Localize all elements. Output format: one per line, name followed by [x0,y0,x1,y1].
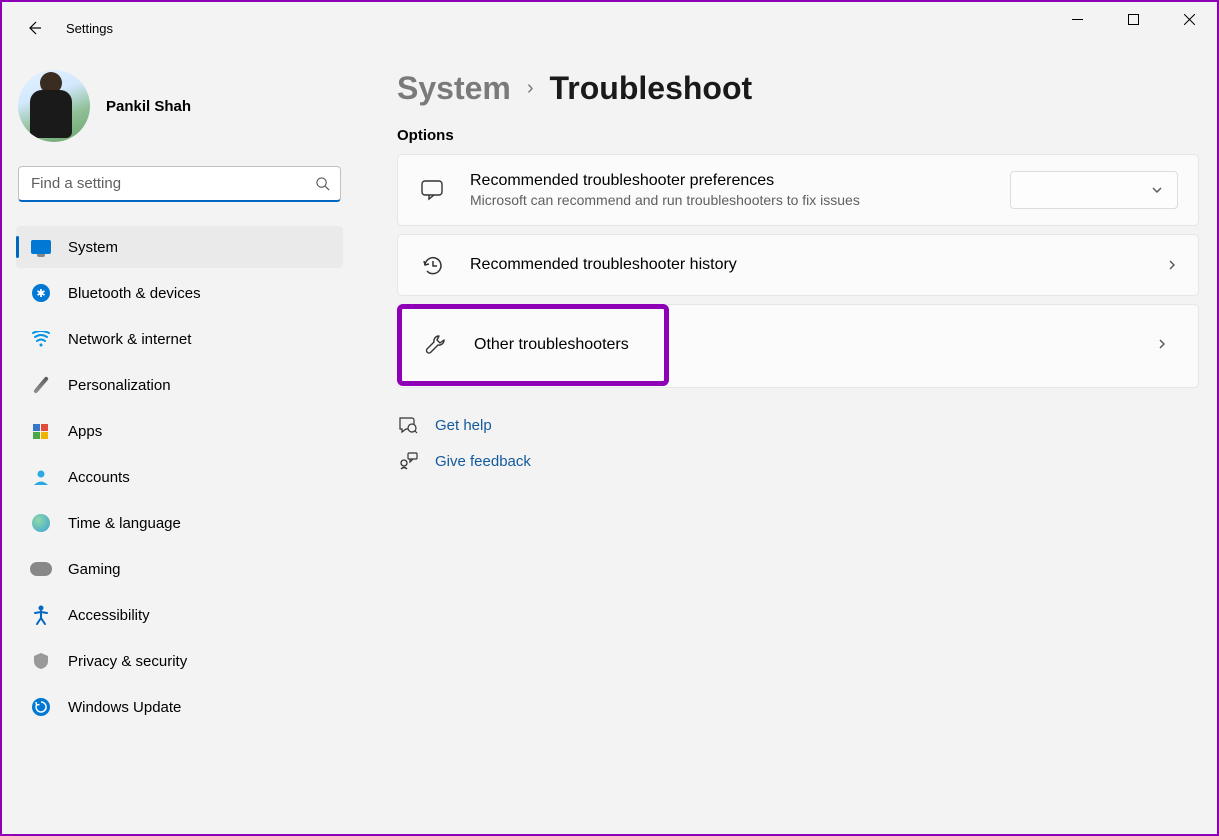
wrench-icon [422,331,450,359]
nav-item-privacy[interactable]: Privacy & security [16,640,343,682]
nav-label: Accessibility [68,607,150,624]
nav-label: Network & internet [68,331,191,348]
nav-label: System [68,239,118,256]
update-icon [30,696,52,718]
profile-block[interactable]: Pankil Shah [14,64,345,160]
nav-label: Bluetooth & devices [68,285,201,302]
apps-icon [30,420,52,442]
close-icon [1184,14,1195,25]
search-icon [304,167,340,200]
nav-label: Windows Update [68,699,181,716]
search-input[interactable] [19,167,304,200]
nav-item-accounts[interactable]: Accounts [16,456,343,498]
system-icon [30,236,52,258]
nav-label: Privacy & security [68,653,187,670]
minimize-icon [1072,14,1083,25]
footer-links: Get help Give feedback [397,414,1199,472]
give-feedback-link[interactable]: Give feedback [397,450,1199,472]
search-box[interactable] [18,166,341,202]
chevron-down-icon [1151,184,1163,196]
maximize-icon [1128,14,1139,25]
personalization-icon [30,374,52,396]
nav-label: Personalization [68,377,171,394]
maximize-button[interactable] [1105,2,1161,36]
nav-label: Time & language [68,515,181,532]
network-icon [30,328,52,350]
chevron-right-icon [1166,259,1178,271]
privacy-icon [30,650,52,672]
breadcrumb-current: Troubleshoot [550,70,753,107]
card-preferences[interactable]: Recommended troubleshooter preferences M… [397,154,1199,226]
highlight-other-troubleshooters: Other troubleshooters [397,304,669,386]
card-subtitle: Microsoft can recommend and run troubles… [470,192,998,208]
window-title: Settings [66,21,113,36]
card-title: Other troubleshooters [474,336,644,354]
nav-item-system[interactable]: System [16,226,343,268]
nav-label: Gaming [68,561,121,578]
nav-item-accessibility[interactable]: Accessibility [16,594,343,636]
back-button[interactable] [20,14,48,42]
arrow-left-icon [26,20,42,36]
profile-name: Pankil Shah [106,98,191,115]
card-title: Recommended troubleshooter preferences [470,172,998,190]
history-icon [418,251,446,279]
nav-item-gaming[interactable]: Gaming [16,548,343,590]
breadcrumb-parent[interactable]: System [397,70,511,107]
avatar [18,70,90,142]
minimize-button[interactable] [1049,2,1105,36]
link-text: Get help [435,417,492,434]
window-controls [1049,2,1217,36]
time-icon [30,512,52,534]
close-button[interactable] [1161,2,1217,36]
sidebar: Pankil Shah System ✱ Bluetooth & devices [2,54,357,834]
chevron-right-icon: › [527,77,534,100]
chevron-right-icon [1156,337,1168,355]
breadcrumb: System › Troubleshoot [397,70,1199,107]
nav-item-update[interactable]: Windows Update [16,686,343,728]
main-content: System › Troubleshoot Options Recommende… [357,54,1217,834]
preferences-dropdown[interactable] [1010,171,1178,209]
nav-item-network[interactable]: Network & internet [16,318,343,360]
gaming-icon [30,558,52,580]
nav-label: Accounts [68,469,130,486]
get-help-link[interactable]: Get help [397,414,1199,436]
help-icon [397,414,419,436]
accessibility-icon [30,604,52,626]
nav-label: Apps [68,423,102,440]
nav-item-time[interactable]: Time & language [16,502,343,544]
card-other[interactable]: Other troubleshooters [402,309,664,381]
nav-list: System ✱ Bluetooth & devices Network & i… [14,226,345,728]
link-text: Give feedback [435,453,531,470]
nav-item-bluetooth[interactable]: ✱ Bluetooth & devices [16,272,343,314]
options-heading: Options [397,127,1199,144]
accounts-icon [30,466,52,488]
bluetooth-icon: ✱ [30,282,52,304]
feedback-icon [397,450,419,472]
conversation-icon [418,176,446,204]
card-history[interactable]: Recommended troubleshooter history [397,234,1199,296]
nav-item-personalization[interactable]: Personalization [16,364,343,406]
nav-item-apps[interactable]: Apps [16,410,343,452]
card-title: Recommended troubleshooter history [470,256,1154,274]
titlebar: Settings [2,2,1217,54]
